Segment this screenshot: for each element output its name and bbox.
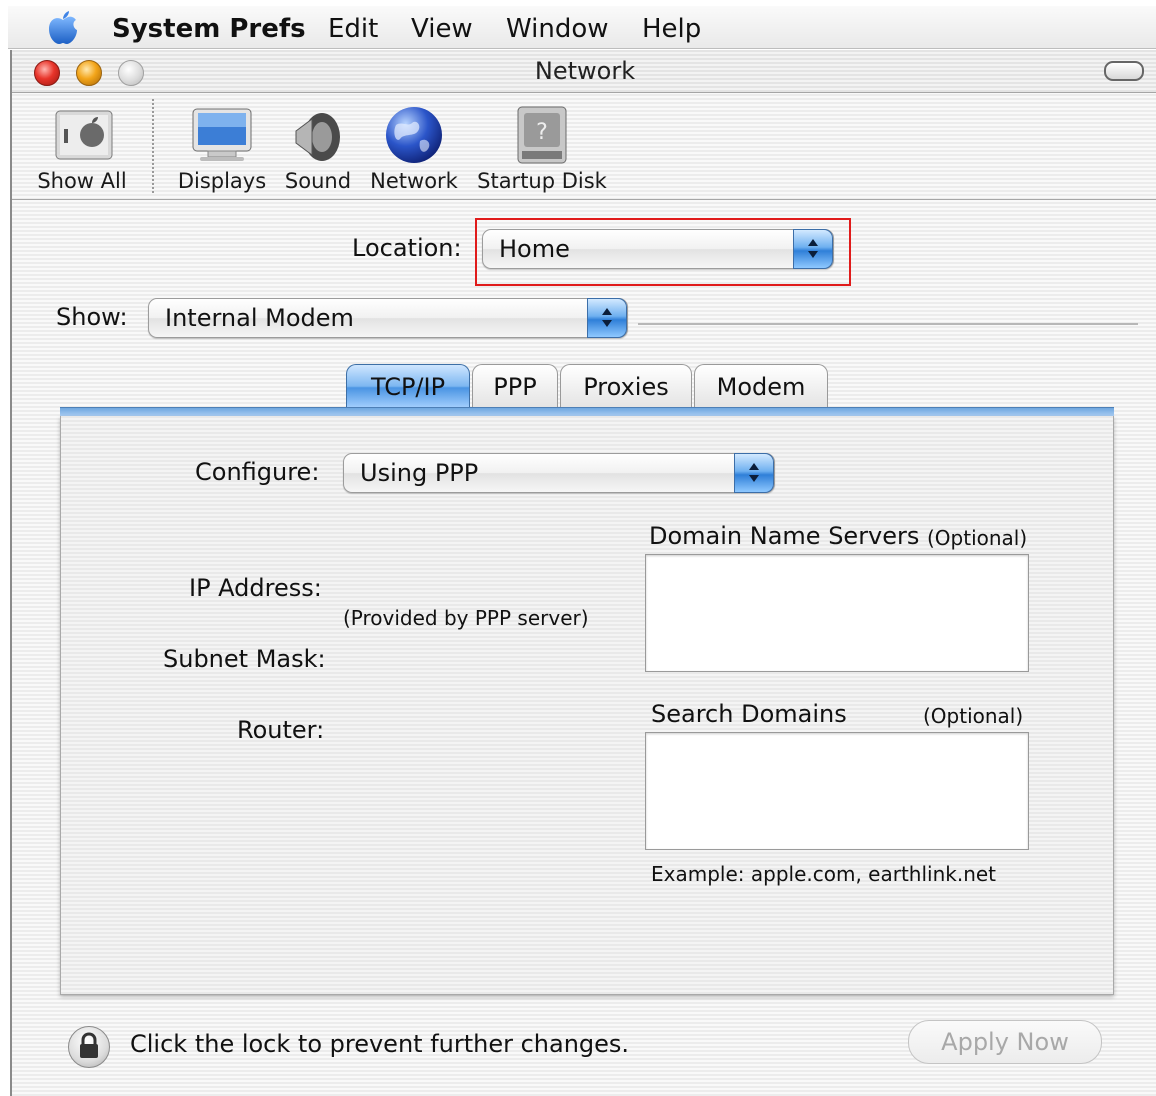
window-title: Network — [534, 57, 636, 85]
apple-menu-icon[interactable] — [46, 10, 80, 46]
toolbar-separator — [152, 99, 154, 193]
tab-bar — [60, 407, 1114, 416]
toolbar: Show All Displays Sound Network ? Startu… — [12, 93, 1156, 200]
menu-view[interactable]: View — [411, 14, 473, 44]
tab-modem[interactable]: Modem — [694, 364, 828, 409]
popup-arrows-icon — [734, 453, 774, 493]
apply-now-button[interactable]: Apply Now — [908, 1020, 1102, 1064]
tab-ppp[interactable]: PPP — [472, 364, 558, 409]
router-label: Router: — [237, 716, 325, 744]
search-domains-label: Search Domains — [651, 700, 847, 728]
lock-message: Click the lock to prevent further change… — [130, 1030, 630, 1058]
display-icon — [192, 108, 252, 161]
toolbar-toggle-button[interactable] — [1104, 61, 1144, 81]
toolbar-label: Displays — [177, 169, 267, 193]
subnet-mask-label: Subnet Mask: — [163, 645, 326, 673]
globe-icon — [386, 107, 442, 163]
tab-tcpip[interactable]: TCP/IP — [346, 364, 470, 409]
provided-by-note: (Provided by PPP server) — [343, 606, 589, 630]
toolbar-show-all[interactable]: Show All — [30, 93, 134, 199]
toolbar-label: Sound — [284, 169, 352, 193]
disk-icon: ? — [517, 106, 567, 164]
show-all-icon — [55, 110, 113, 160]
search-domains-field[interactable] — [645, 732, 1029, 850]
toolbar-network[interactable]: Network — [366, 93, 462, 199]
popup-arrows-icon — [587, 298, 627, 338]
example-text: Example: apple.com, earthlink.net — [651, 862, 997, 886]
menu-app-name[interactable]: System Prefs — [112, 14, 306, 44]
show-value: Internal Modem — [165, 304, 354, 332]
dns-label: Domain Name Servers — [649, 522, 920, 550]
toolbar-label: Startup Disk — [477, 169, 607, 193]
tab-proxies[interactable]: Proxies — [560, 364, 692, 409]
menu-edit[interactable]: Edit — [328, 14, 378, 44]
network-window: Network Show All Displays Sound Network … — [10, 50, 1156, 1096]
dns-field[interactable] — [645, 554, 1029, 672]
speaker-icon — [295, 113, 340, 161]
svg-text:?: ? — [536, 120, 548, 145]
toolbar-sound[interactable]: Sound — [276, 93, 360, 199]
menu-bar: System Prefs Edit View Window Help — [8, 6, 1156, 49]
show-popup[interactable]: Internal Modem — [148, 298, 628, 338]
configure-value: Using PPP — [360, 459, 479, 487]
title-bar[interactable]: Network — [12, 50, 1156, 93]
toolbar-label: Network — [370, 169, 458, 193]
configure-popup[interactable]: Using PPP — [343, 453, 775, 493]
show-label: Show: — [56, 303, 128, 331]
search-optional-label: (Optional) — [923, 704, 1024, 728]
toolbar-displays[interactable]: Displays — [172, 93, 272, 199]
divider — [638, 323, 1138, 325]
menu-window[interactable]: Window — [506, 14, 609, 44]
lock-icon — [80, 1032, 98, 1058]
toolbar-label: Show All — [37, 169, 127, 193]
menu-help[interactable]: Help — [642, 14, 701, 44]
ip-address-label: IP Address: — [189, 574, 322, 602]
lock-button[interactable] — [68, 1026, 110, 1068]
toolbar-startup-disk[interactable]: ? Startup Disk — [474, 93, 610, 199]
dns-optional-label: (Optional) — [927, 526, 1028, 550]
location-label: Location: — [352, 234, 462, 262]
tcpip-panel: Configure: Using PPP IP Address: (Provid… — [60, 416, 1114, 995]
configure-label: Configure: — [195, 458, 320, 486]
location-highlight — [475, 218, 851, 286]
